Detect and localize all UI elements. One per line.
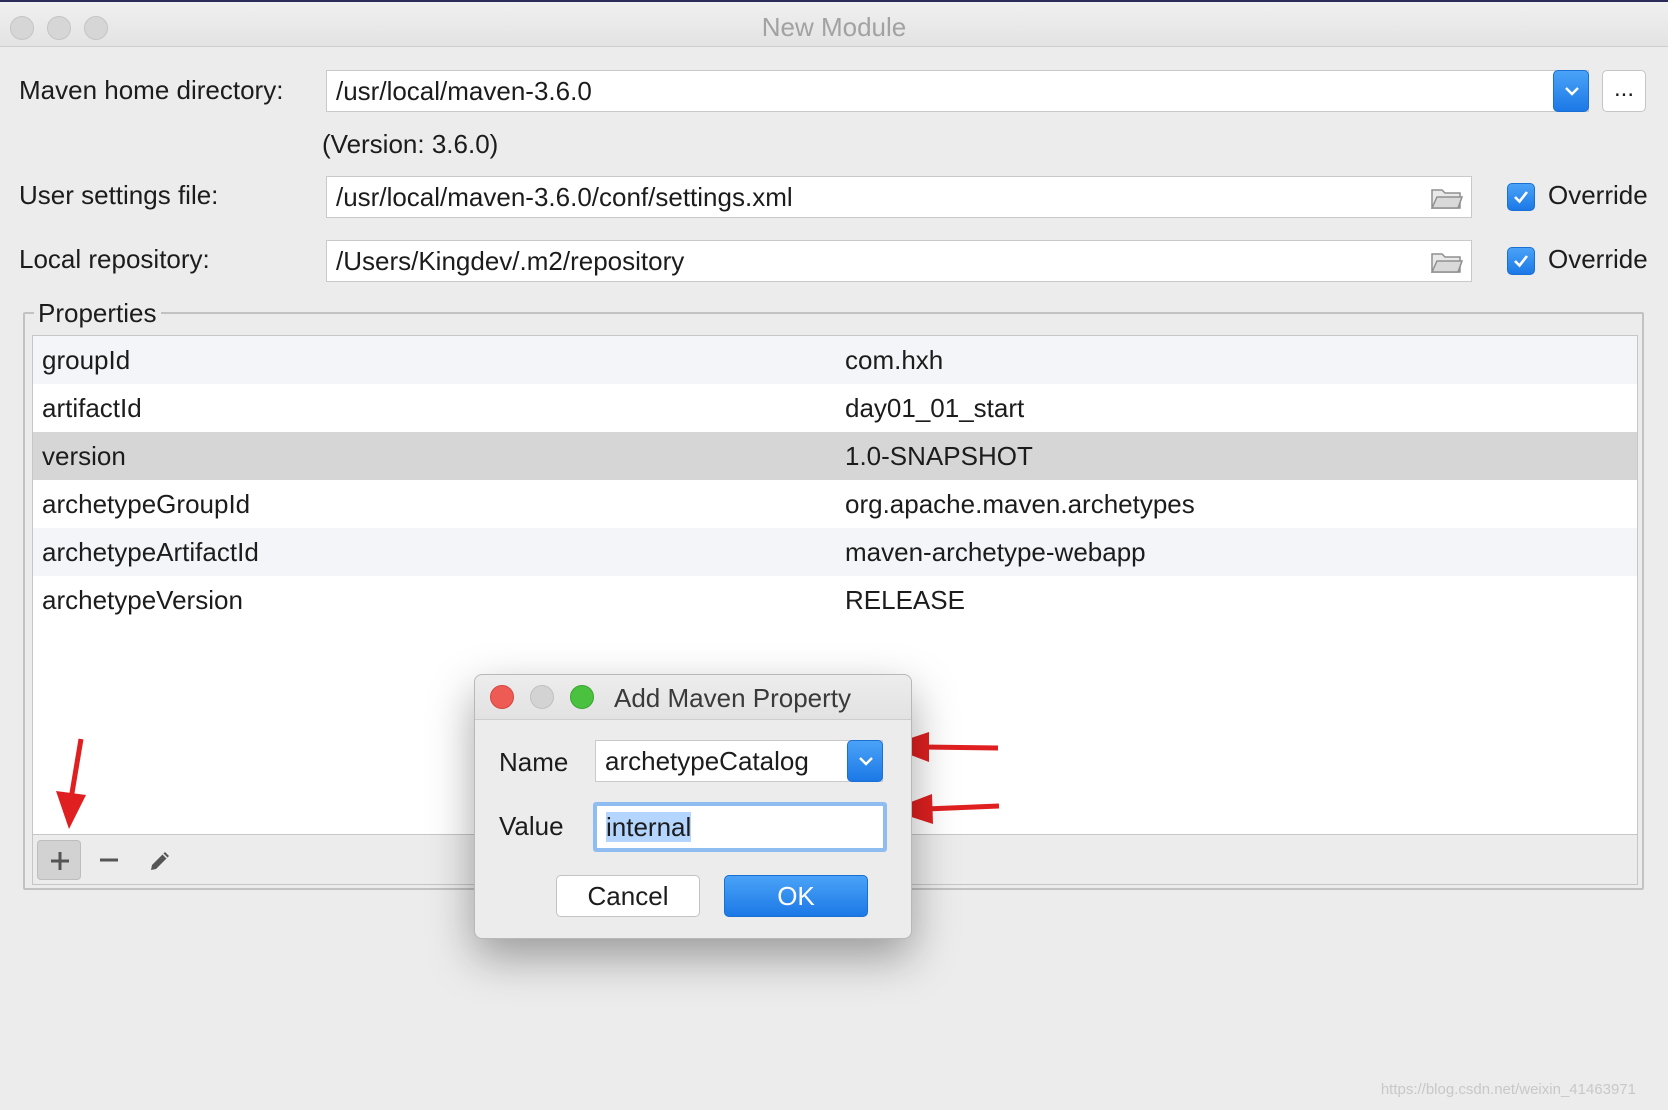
- dialog-close-button[interactable]: [490, 685, 514, 709]
- local-repository-value: /Users/Kingdev/.m2/repository: [336, 246, 685, 276]
- maven-home-combo[interactable]: /usr/local/maven-3.6.0: [326, 70, 1589, 112]
- property-value-input[interactable]: internal: [593, 802, 887, 852]
- title-bar: New Module: [0, 2, 1668, 47]
- folder-icon[interactable]: [1431, 186, 1463, 210]
- cancel-button[interactable]: Cancel: [556, 875, 700, 917]
- property-key: archetypeVersion: [42, 585, 243, 615]
- checkmark-icon: [1514, 255, 1529, 268]
- user-settings-override-label: Override: [1548, 180, 1648, 210]
- local-repository-field[interactable]: /Users/Kingdev/.m2/repository: [326, 240, 1472, 282]
- table-row[interactable]: artifactId day01_01_start: [33, 384, 1637, 432]
- annotation-arrow-icon: [56, 738, 86, 829]
- dialog-title: Add Maven Property: [614, 683, 852, 713]
- property-name-label: Name: [499, 747, 569, 777]
- table-row[interactable]: archetypeArtifactId maven-archetype-weba…: [33, 528, 1637, 576]
- user-settings-override-checkbox[interactable]: [1507, 183, 1535, 211]
- dialog-zoom-button[interactable]: [570, 685, 594, 709]
- dialog-minimize-button[interactable]: [530, 685, 554, 709]
- table-row[interactable]: archetypeVersion RELEASE: [33, 576, 1637, 624]
- dialog-title-bar: Add Maven Property: [475, 675, 911, 720]
- maven-home-browse-button[interactable]: ...: [1602, 70, 1646, 112]
- chevron-down-icon: [859, 757, 873, 766]
- ok-button[interactable]: OK: [724, 875, 868, 917]
- add-maven-property-dialog: Add Maven Property Name archetypeCatalog…: [474, 674, 912, 939]
- table-row[interactable]: archetypeGroupId org.apache.maven.archet…: [33, 480, 1637, 528]
- property-value: RELEASE: [845, 585, 965, 615]
- maven-version-note: (Version: 3.6.0): [322, 129, 499, 159]
- property-value: day01_01_start: [845, 393, 1025, 423]
- maven-home-label: Maven home directory:: [19, 75, 284, 105]
- local-repository-label: Local repository:: [19, 244, 210, 274]
- local-repository-override-checkbox[interactable]: [1507, 247, 1535, 275]
- property-key: version: [42, 441, 126, 471]
- property-name-dropdown-button[interactable]: [847, 740, 883, 782]
- user-settings-label: User settings file:: [19, 180, 219, 210]
- properties-title: Properties: [34, 298, 161, 329]
- add-property-button[interactable]: [37, 840, 81, 880]
- edit-property-button[interactable]: [137, 840, 181, 880]
- window-title: New Module: [761, 12, 907, 42]
- property-name-combo[interactable]: archetypeCatalog: [595, 740, 883, 782]
- property-key: archetypeArtifactId: [42, 537, 259, 567]
- property-value: 1.0-SNAPSHOT: [845, 441, 1033, 471]
- maven-home-dropdown-button[interactable]: [1553, 70, 1589, 112]
- property-name-value: archetypeCatalog: [605, 746, 809, 776]
- property-value: com.hxh: [845, 345, 944, 375]
- local-repository-override-label: Override: [1548, 244, 1648, 274]
- table-row[interactable]: groupId com.hxh: [33, 336, 1637, 384]
- property-key: artifactId: [42, 393, 142, 423]
- property-value-text: internal: [606, 812, 692, 842]
- property-key: groupId: [42, 345, 131, 375]
- new-module-window: New Module Maven home directory: /usr/lo…: [0, 0, 1668, 1110]
- minus-icon: [100, 858, 118, 862]
- user-settings-value: /usr/local/maven-3.6.0/conf/settings.xml: [336, 182, 793, 212]
- property-value: maven-archetype-webapp: [845, 537, 1146, 567]
- user-settings-field[interactable]: /usr/local/maven-3.6.0/conf/settings.xml: [326, 176, 1472, 218]
- watermark: https://blog.csdn.net/weixin_41463971: [1380, 1081, 1636, 1098]
- table-row-selected[interactable]: version 1.0-SNAPSHOT: [33, 432, 1637, 480]
- property-key: archetypeGroupId: [42, 489, 251, 519]
- property-value: org.apache.maven.archetypes: [845, 489, 1195, 519]
- checkmark-icon: [1514, 191, 1529, 204]
- plus-icon: [51, 852, 69, 870]
- remove-property-button[interactable]: [87, 840, 131, 880]
- pencil-icon: [151, 852, 169, 870]
- chevron-down-icon: [1565, 87, 1579, 96]
- folder-icon[interactable]: [1431, 250, 1463, 274]
- property-value-label: Value: [499, 811, 564, 841]
- maven-home-value: /usr/local/maven-3.6.0: [336, 76, 592, 106]
